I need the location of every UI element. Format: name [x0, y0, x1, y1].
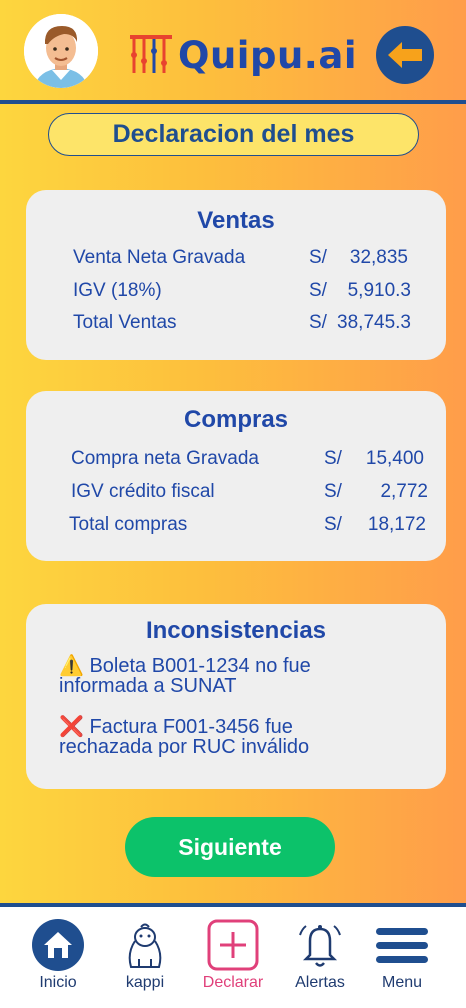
compras-row-amount: 18,172	[367, 514, 426, 535]
nav-label: kappi	[125, 974, 165, 991]
ventas-row-label: Venta Neta Gravada	[73, 247, 246, 268]
compras-card: Compras Compra neta Gravada S/ 15,400 IG…	[26, 391, 446, 561]
ventas-row-label: IGV (18%)	[73, 280, 162, 301]
ventas-row-amount: 5,910.3	[347, 280, 411, 301]
nav-item-kappi[interactable]: kappi	[105, 907, 185, 1008]
nav-label: Declarar	[202, 974, 264, 991]
siguiente-button[interactable]: Siguiente	[125, 817, 335, 877]
compras-row-currency: S/	[324, 481, 342, 502]
compras-row-label: Compra neta Gravada	[71, 448, 259, 469]
capybara-icon	[128, 923, 162, 968]
back-button[interactable]	[376, 26, 434, 84]
inconsistency-line: informada a SUNAT	[59, 675, 237, 697]
bell-icon	[299, 925, 341, 967]
user-avatar[interactable]	[24, 14, 98, 88]
compras-row-label: IGV crédito fiscal	[71, 481, 215, 502]
compras-row-currency: S/	[324, 514, 342, 535]
inconsistency-line: ⚠️ Boleta B001-1234 no fue	[59, 655, 311, 677]
compras-row-amount: 15,400	[365, 448, 424, 469]
inconsistency-line: ❌ Factura F001-3456 fue	[59, 716, 293, 738]
ventas-card: Ventas Venta Neta Gravada S/ 32,835 IGV …	[26, 190, 446, 360]
inconsistencias-card: Inconsistencias ⚠️ Boleta B001-1234 no f…	[26, 604, 446, 789]
ventas-row-label: Total Ventas	[73, 312, 177, 333]
app-header: Quipu.ai	[0, 0, 466, 106]
ventas-row-amount: 38,745.3	[337, 312, 411, 333]
app-logo: Quipu.ai	[128, 30, 357, 80]
nav-item-alertas[interactable]: Alertas	[280, 907, 360, 1008]
nav-label: Menu	[381, 974, 423, 991]
inconsistency-line: rechazada por RUC inválido	[59, 736, 310, 758]
nav-label: Inicio	[39, 974, 77, 991]
ventas-title: Ventas	[197, 207, 275, 234]
arrow-left-icon	[388, 42, 422, 68]
plus-square-icon	[207, 919, 259, 971]
quipu-logo-icon	[130, 35, 172, 73]
page-title: Declaracion del mes	[48, 113, 419, 156]
ventas-row-amount: 32,835	[349, 247, 408, 268]
compras-row-label: Total compras	[69, 514, 188, 535]
home-icon	[32, 919, 84, 971]
logo-text: Quipu.ai	[178, 33, 358, 77]
bottom-nav: Inicio kappi Declarar Alertas Menu	[0, 907, 466, 1008]
nav-item-declarar[interactable]: Declarar	[193, 907, 273, 1008]
compras-row-amount: 2,772	[380, 481, 428, 502]
inconsistencias-title: Inconsistencias	[145, 617, 327, 644]
ventas-row-currency: S/	[309, 247, 327, 268]
avatar-icon	[24, 14, 98, 88]
ventas-row-currency: S/	[309, 280, 327, 301]
header-divider	[0, 100, 466, 104]
compras-title: Compras	[183, 406, 289, 433]
nav-label: Alertas	[295, 974, 345, 991]
nav-item-menu[interactable]: Menu	[362, 907, 442, 1008]
ventas-row-currency: S/	[309, 312, 327, 333]
compras-row-currency: S/	[324, 448, 342, 469]
hamburger-icon	[376, 928, 428, 963]
nav-item-inicio[interactable]: Inicio	[18, 907, 98, 1008]
